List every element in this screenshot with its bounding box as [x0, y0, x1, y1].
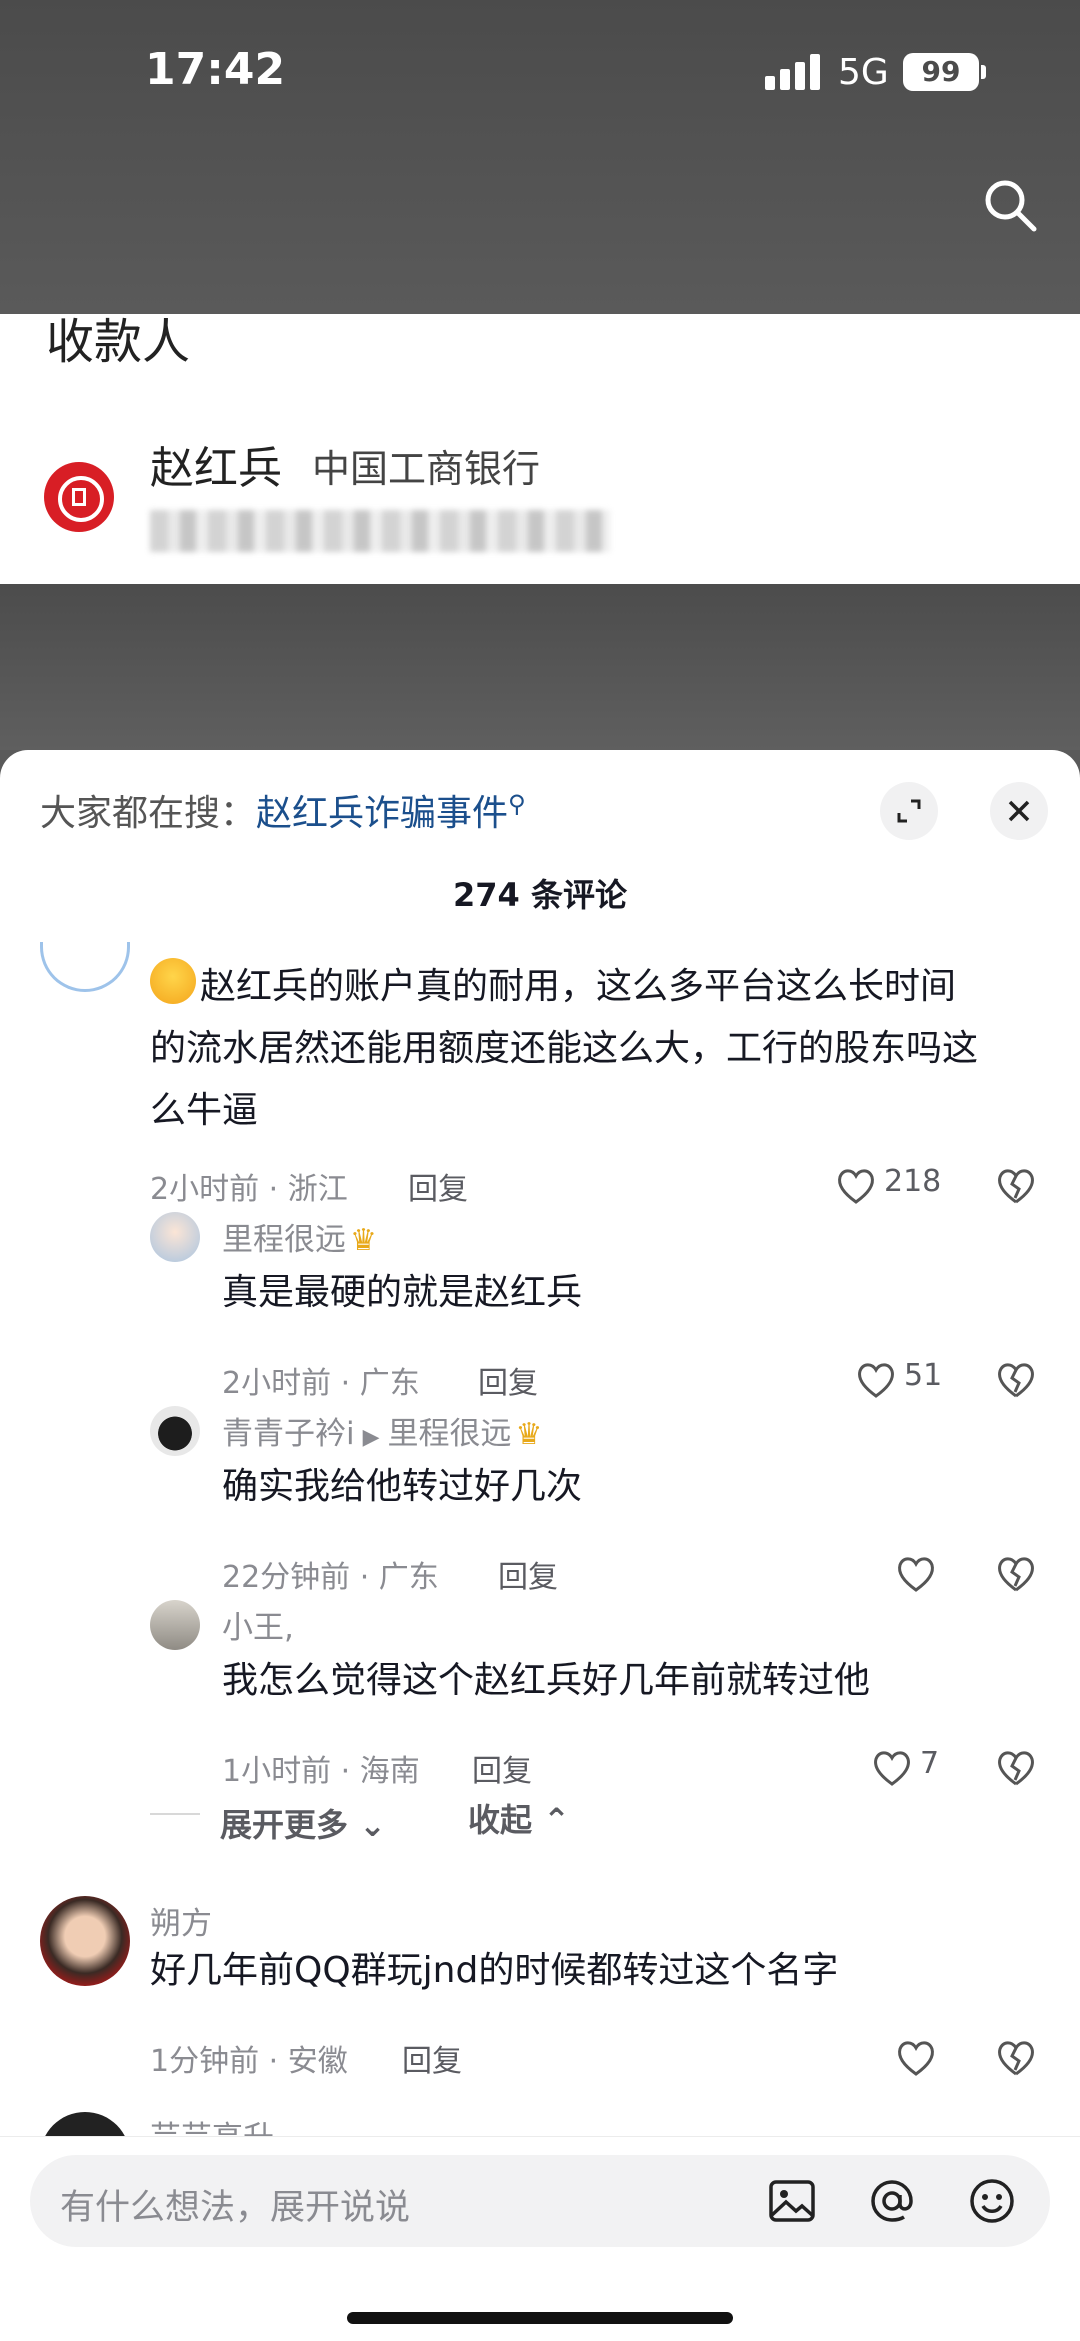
avatar[interactable] [150, 1600, 200, 1650]
payee-bank: 中国工商银行 [312, 447, 541, 491]
crown-icon: ♛ [515, 1417, 543, 1452]
collapse-button[interactable]: 收起 ⌃ [468, 1795, 570, 1841]
mention-icon[interactable] [864, 2173, 920, 2229]
expand-more-button[interactable]: 展开更多 ⌄ [220, 1800, 386, 1846]
broken-heart-icon[interactable] [994, 1552, 1038, 1596]
payee-account-blurred [150, 510, 610, 552]
crown-icon: ♛ [350, 1223, 377, 1258]
heart-icon[interactable] [894, 1552, 938, 1596]
search-small-icon: ⚲ [508, 790, 526, 818]
comment-input-bar: 有什么想法，展开说说 [0, 2136, 1080, 2341]
hot-search-prefix: 大家都在搜： [40, 793, 257, 834]
reply-arrow-icon: ▶ [362, 1425, 380, 1450]
comment-text: 真是最硬的就是赵红兵 [222, 1272, 583, 1313]
comment-text: 好几年前QQ群玩jnd的时候都转过这个名字 [150, 1950, 839, 1991]
comment-input[interactable]: 有什么想法，展开说说 [30, 2155, 1050, 2247]
signal-icon [765, 54, 823, 90]
icbc-logo-icon [44, 462, 114, 532]
search-icon[interactable] [980, 175, 1040, 235]
emoji-icon[interactable] [964, 2173, 1020, 2229]
chevron-up-icon: ⌃ [543, 1801, 570, 1839]
reply-button[interactable]: 回复 [402, 2036, 462, 2080]
image-icon[interactable] [764, 2173, 820, 2229]
reply-button[interactable]: 回复 [478, 1358, 538, 1402]
comment-count: 274 条评论 [453, 876, 627, 914]
heart-icon[interactable] [870, 1746, 914, 1790]
battery-icon: 99 [903, 53, 979, 91]
broken-heart-icon[interactable] [994, 1358, 1038, 1402]
network-label: 5G [838, 52, 889, 93]
payee-card: 收款人 赵红兵 中国工商银行 [0, 314, 1080, 584]
avatar[interactable] [150, 1406, 200, 1456]
background-overlay[interactable] [0, 584, 1080, 750]
hot-search-link[interactable]: 赵红兵诈骗事件 [256, 793, 508, 834]
username[interactable]: 青青子衿i ▶ 里程很远 ♛ [222, 1408, 542, 1453]
reply-button[interactable]: 回复 [408, 1164, 468, 1208]
input-placeholder: 有什么想法，展开说说 [60, 2188, 411, 2228]
close-icon[interactable] [990, 782, 1048, 840]
comment-text: 我怎么觉得这个赵红兵好几年前就转过他 [222, 1660, 871, 1701]
comment-text: 赵红兵的账户真的耐用，这么多平台这么长时间 [150, 956, 956, 1018]
hot-search[interactable]: 大家都在搜：赵红兵诈骗事件⚲ [40, 784, 526, 836]
reply-button[interactable]: 回复 [472, 1746, 532, 1790]
payee-title: 收款人 [46, 314, 191, 370]
chevron-down-icon: ⌄ [359, 1806, 386, 1844]
heart-icon[interactable] [854, 1358, 898, 1402]
comment-meta: 22分钟前 · 广东 [222, 1560, 439, 1595]
comment-text-line3: 么牛逼 [150, 1090, 259, 1131]
payee-name: 赵红兵 [150, 443, 282, 494]
comment-meta: 2小时前 · 广东 [222, 1366, 420, 1401]
username[interactable]: 里程很远 ♛ [222, 1214, 377, 1259]
broken-heart-icon[interactable] [994, 1746, 1038, 1790]
heart-icon[interactable] [894, 2036, 938, 2080]
avatar[interactable] [40, 1896, 130, 1986]
status-area: 17:42 5G 99 [0, 0, 1080, 314]
like-count: 218 [884, 1164, 942, 1199]
comment-text-line2: 的流水居然还能用额度还能这么大，工行的股东吗这 [150, 1028, 979, 1069]
broken-heart-icon[interactable] [994, 2036, 1038, 2080]
username[interactable]: 小王, [222, 1602, 294, 1647]
like-count: 7 [920, 1746, 940, 1781]
comment-meta: 1小时前 · 海南 [222, 1754, 420, 1789]
comment-meta: 2小时前 · 浙江 [150, 1172, 348, 1207]
battery-tip [981, 65, 986, 79]
like-count: 51 [904, 1358, 943, 1393]
divider-line [150, 1813, 200, 1815]
broken-heart-icon[interactable] [994, 1164, 1038, 1208]
avatar[interactable] [150, 1212, 200, 1262]
avatar[interactable] [40, 942, 130, 992]
status-time: 17:42 [145, 44, 286, 95]
expand-icon[interactable] [880, 782, 938, 840]
comment-sheet: 大家都在搜：赵红兵诈骗事件⚲ 274 条评论 赵红兵的账户真的耐用，这么多平台这… [0, 750, 1080, 2341]
laugh-cry-emoji-icon [150, 958, 196, 1004]
heart-icon[interactable] [834, 1164, 878, 1208]
username[interactable]: 朔方 [150, 1898, 212, 1943]
comment-meta: 1分钟前 · 安徽 [150, 2044, 348, 2079]
comment-text: 确实我给他转过好几次 [222, 1466, 583, 1507]
reply-button[interactable]: 回复 [498, 1552, 558, 1596]
home-indicator[interactable] [347, 2312, 733, 2324]
